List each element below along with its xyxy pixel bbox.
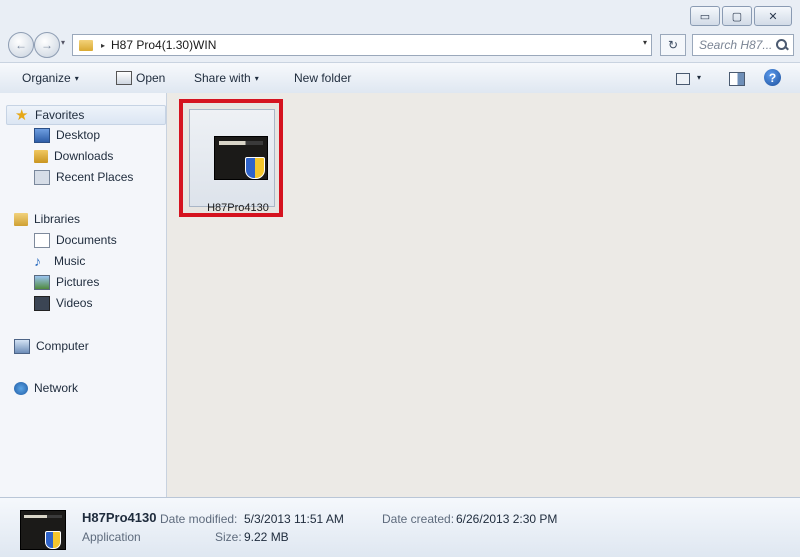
preview-pane-icon[interactable] (729, 72, 745, 86)
uac-shield-icon (45, 531, 61, 549)
new-folder-label: New folder (294, 71, 352, 85)
open-label: Open (136, 71, 166, 85)
file-item-h87pro4130[interactable]: H87Pro4130 (179, 99, 283, 217)
share-with-button[interactable]: Share with ▾ (194, 71, 259, 85)
nav-libraries[interactable]: Libraries (14, 210, 80, 228)
help-icon[interactable]: ? (764, 69, 781, 86)
nav-pictures[interactable]: Pictures (34, 273, 99, 291)
nav-videos-label: Videos (56, 296, 93, 310)
address-bar[interactable]: ▸ H87 Pro4(1.30)WIN ▾ (72, 34, 652, 56)
details-file-name: H87Pro4130 (82, 510, 157, 525)
nav-videos[interactable]: Videos (34, 294, 92, 312)
refresh-icon: ↻ (667, 38, 679, 52)
nav-music[interactable]: ♪ Music (34, 252, 85, 270)
file-name-label: H87Pro4130 (207, 202, 269, 214)
maximize-button[interactable]: ▢ (722, 6, 752, 26)
desktop-icon (34, 127, 50, 143)
details-size-value: 9.22 MB (244, 530, 289, 544)
file-selection-highlight: H87Pro4130 (189, 109, 275, 214)
nav-documents-label: Documents (56, 233, 117, 247)
explorer-window: ▭ ▢ ✕ ← → ▾ ▸ H87 Pro4(1.30)WIN ▾ ↻ Sear… (0, 0, 800, 557)
nav-recent-places[interactable]: Recent Places (34, 168, 133, 186)
file-thumbnail-icon (20, 510, 66, 550)
back-button[interactable]: ← (8, 32, 34, 58)
search-icon[interactable] (775, 38, 789, 52)
folder-icon (79, 39, 93, 51)
nav-downloads[interactable]: Downloads (34, 147, 113, 165)
open-button[interactable]: Open (116, 71, 165, 85)
forward-button[interactable]: → (34, 32, 60, 58)
nav-favorites[interactable]: ★ Favorites (6, 105, 166, 125)
breadcrumb-current-folder[interactable]: H87 Pro4(1.30)WIN (111, 38, 216, 52)
computer-icon (14, 338, 30, 354)
organize-label: Organize (22, 71, 71, 85)
file-list-area[interactable]: H87Pro4130 (167, 93, 800, 497)
details-date-created-label: Date created: (382, 512, 455, 526)
details-size-label: Size: (215, 530, 242, 544)
details-file-type: Application (82, 530, 141, 544)
back-arrow-icon: ← (15, 38, 27, 52)
breadcrumb-separator-icon[interactable]: ▸ (101, 41, 105, 50)
close-button[interactable]: ✕ (754, 6, 792, 26)
navigation-pane: ★ Favorites Desktop Downloads Recent Pla… (0, 93, 167, 497)
application-icon (214, 136, 268, 180)
star-icon: ★ (15, 106, 29, 124)
refresh-button[interactable]: ↻ (660, 34, 686, 56)
search-box[interactable]: Search H87... (692, 34, 794, 56)
command-bar: Organize ▾ Open Share with ▾ New folder … (0, 62, 800, 94)
caption-buttons: ▭ ▢ ✕ (690, 6, 792, 26)
address-row: ← → ▾ ▸ H87 Pro4(1.30)WIN ▾ ↻ Search H87… (0, 30, 800, 60)
open-app-icon (116, 71, 132, 85)
minimize-button[interactable]: ▭ (690, 6, 720, 26)
nav-favorites-label: Favorites (35, 108, 85, 122)
nav-documents[interactable]: Documents (34, 231, 117, 249)
nav-downloads-label: Downloads (54, 149, 114, 163)
address-dropdown-icon[interactable]: ▾ (643, 38, 647, 47)
details-pane: H87Pro4130 Application Date modified: 5/… (0, 497, 800, 557)
nav-computer[interactable]: Computer (14, 337, 89, 355)
nav-libraries-label: Libraries (34, 212, 81, 226)
nav-recent-places-label: Recent Places (56, 170, 134, 184)
uac-shield-icon (245, 157, 265, 179)
organize-button[interactable]: Organize ▾ (22, 71, 79, 85)
libraries-icon (14, 212, 28, 226)
new-folder-button[interactable]: New folder (294, 71, 351, 85)
change-view-icon[interactable] (676, 73, 690, 85)
nav-desktop-label: Desktop (56, 128, 101, 142)
pictures-icon (34, 274, 50, 290)
view-options-chevron-icon[interactable]: ▾ (697, 73, 701, 82)
music-icon: ♪ (34, 252, 41, 269)
downloads-icon (34, 149, 48, 163)
nav-desktop[interactable]: Desktop (34, 126, 100, 144)
nav-network[interactable]: Network (14, 379, 78, 397)
details-date-modified-value: 5/3/2013 11:51 AM (244, 512, 344, 526)
recent-places-icon (34, 169, 50, 185)
nav-network-label: Network (34, 381, 79, 395)
nav-music-label: Music (54, 254, 86, 268)
nav-computer-label: Computer (36, 339, 89, 353)
details-date-created-value: 6/26/2013 2:30 PM (456, 512, 558, 526)
chevron-down-icon: ▾ (74, 73, 79, 83)
network-icon (14, 381, 28, 395)
details-date-modified-label: Date modified: (160, 512, 238, 526)
search-input[interactable]: Search H87... (699, 38, 775, 52)
recent-pages-dropdown[interactable]: ▾ (61, 38, 65, 47)
videos-icon (34, 295, 50, 311)
share-with-label: Share with (194, 71, 251, 85)
forward-arrow-icon: → (41, 38, 53, 52)
nav-pictures-label: Pictures (56, 275, 100, 289)
chevron-down-icon: ▾ (254, 73, 259, 83)
documents-icon (34, 232, 50, 248)
